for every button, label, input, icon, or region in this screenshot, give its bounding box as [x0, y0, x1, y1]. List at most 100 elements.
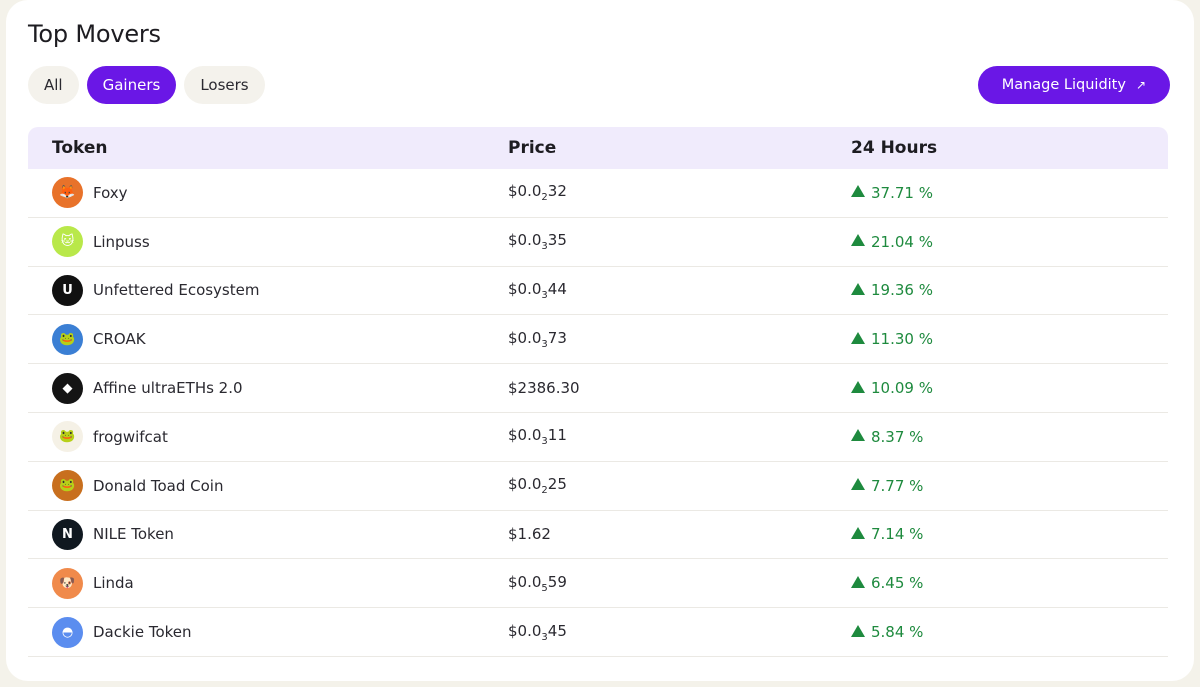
change-cell: 37.71 %: [851, 184, 1168, 202]
table-row[interactable]: N NILE Token $1.62 7.14 %: [28, 511, 1168, 560]
token-cell: 🦊 Foxy: [28, 177, 508, 209]
token-cell: 🐱 Linpuss: [28, 226, 508, 258]
manage-liquidity-button[interactable]: Manage Liquidity ↗: [977, 66, 1170, 104]
change-cell: 10.09 %: [851, 379, 1168, 397]
table-header: Token Price 24 Hours: [28, 127, 1168, 169]
price-digits: 44: [547, 279, 567, 298]
price-prefix: $0.0: [508, 231, 542, 250]
table-row[interactable]: 🐸 Donald Toad Coin $0.0225 7.77 %: [28, 462, 1168, 511]
movers-table: Token Price 24 Hours 🦊 Foxy $0.0232 37.7…: [28, 127, 1168, 657]
change-cell: 19.36 %: [851, 281, 1168, 299]
token-cell: ◆ Affine ultraETHs 2.0: [28, 372, 508, 404]
price-digits: 11: [547, 426, 567, 445]
change-cell: 7.77 %: [851, 477, 1168, 495]
change-value: 5.84 %: [871, 623, 924, 642]
token-name: CROAK: [93, 330, 146, 349]
triangle-up-icon: [851, 575, 865, 588]
token-name: Donald Toad Coin: [93, 476, 224, 495]
price-cell: $0.0335: [508, 231, 851, 252]
token-logo-icon: 🐸: [52, 421, 83, 453]
price-digits: 35: [547, 231, 567, 250]
token-logo-icon: ◓: [52, 616, 83, 648]
token-cell: 🐸 CROAK: [28, 323, 508, 355]
page-title: Top Movers: [28, 20, 161, 48]
token-name: Unfettered Ecosystem: [93, 281, 260, 300]
table-row[interactable]: 🐶 Linda $0.0559 6.45 %: [28, 559, 1168, 609]
price-cell: $0.0232: [508, 182, 851, 203]
change-cell: 6.45 %: [851, 574, 1168, 592]
table-row[interactable]: 🦊 Foxy $0.0232 37.71 %: [28, 169, 1168, 218]
token-name: Dackie Token: [93, 623, 192, 642]
token-cell: 🐸 Donald Toad Coin: [28, 470, 508, 502]
change-value: 11.30 %: [871, 330, 933, 349]
change-cell: 5.84 %: [851, 623, 1168, 641]
price-prefix: $0.0: [508, 328, 542, 347]
change-value: 7.77 %: [871, 476, 924, 495]
token-name: Linda: [93, 574, 134, 593]
price-prefix: $0.0: [508, 572, 542, 591]
price-digits: 59: [547, 572, 567, 591]
price-cell: $2386.30: [508, 379, 851, 397]
price-digits: 25: [547, 475, 567, 494]
price-cell: $0.0344: [508, 280, 851, 301]
token-name: Linpuss: [93, 232, 150, 251]
price-prefix: $1.62: [508, 525, 551, 544]
price-prefix: $0.0: [508, 279, 542, 298]
price-digits: 73: [547, 328, 567, 347]
token-logo-icon: 🐸: [52, 470, 83, 502]
token-name: Foxy: [93, 183, 128, 202]
table-row[interactable]: ◆ Affine ultraETHs 2.0 $2386.30 10.09 %: [28, 364, 1168, 413]
table-body: 🦊 Foxy $0.0232 37.71 % 🐱 Linpuss $0.0335…: [28, 169, 1168, 657]
price-cell: $0.0559: [508, 573, 851, 594]
triangle-up-icon: [851, 478, 865, 491]
token-logo-icon: ◆: [52, 372, 83, 404]
change-cell: 21.04 %: [851, 233, 1168, 251]
table-row[interactable]: 🐸 CROAK $0.0373 11.30 %: [28, 315, 1168, 365]
price-digits: 45: [547, 621, 567, 640]
price-prefix: $2386.30: [508, 379, 580, 398]
header-token: Token: [52, 138, 108, 158]
price-prefix: $0.0: [508, 621, 542, 640]
table-row[interactable]: U Unfettered Ecosystem $0.0344 19.36 %: [28, 267, 1168, 316]
triangle-up-icon: [851, 185, 865, 198]
top-movers-card: Top Movers All Gainers Losers Manage Liq…: [6, 0, 1194, 681]
arrow-up-right-icon: ↗: [1135, 78, 1146, 92]
manage-liquidity-label: Manage Liquidity: [1001, 77, 1126, 93]
triangle-up-icon: [851, 624, 865, 637]
token-logo-icon: 🐶: [52, 567, 83, 599]
change-value: 10.09 %: [871, 379, 933, 398]
change-value: 21.04 %: [871, 232, 933, 251]
table-row[interactable]: ◓ Dackie Token $0.0345 5.84 %: [28, 608, 1168, 657]
triangle-up-icon: [851, 331, 865, 344]
price-cell: $0.0345: [508, 622, 851, 643]
token-logo-icon: N: [52, 518, 83, 550]
table-row[interactable]: 🐱 Linpuss $0.0335 21.04 %: [28, 218, 1168, 267]
change-cell: 11.30 %: [851, 330, 1168, 348]
token-name: frogwifcat: [93, 427, 168, 446]
tab-losers[interactable]: Losers: [184, 66, 265, 104]
token-cell: 🐸 frogwifcat: [28, 421, 508, 453]
change-value: 6.45 %: [871, 574, 924, 593]
change-cell: 7.14 %: [851, 525, 1168, 543]
table-row[interactable]: 🐸 frogwifcat $0.0311 8.37 %: [28, 413, 1168, 462]
token-logo-icon: 🦊: [52, 177, 83, 209]
token-cell: N NILE Token: [28, 518, 508, 550]
price-cell: $1.62: [508, 525, 851, 543]
tab-gainers[interactable]: Gainers: [86, 66, 177, 104]
change-value: 7.14 %: [871, 525, 924, 544]
price-cell: $0.0373: [508, 329, 851, 350]
triangle-up-icon: [851, 429, 865, 442]
token-cell: U Unfettered Ecosystem: [28, 274, 508, 306]
price-prefix: $0.0: [508, 475, 542, 494]
filter-tabs: All Gainers Losers: [28, 66, 265, 104]
tab-all[interactable]: All: [28, 66, 79, 104]
triangle-up-icon: [851, 282, 865, 295]
header-price: Price: [508, 138, 557, 158]
triangle-up-icon: [851, 526, 865, 539]
token-cell: 🐶 Linda: [28, 567, 508, 599]
token-logo-icon: 🐱: [52, 226, 83, 258]
token-logo-icon: U: [52, 274, 83, 306]
header-change: 24 Hours: [851, 138, 938, 158]
token-logo-icon: 🐸: [52, 323, 83, 355]
token-name: NILE Token: [93, 525, 174, 544]
